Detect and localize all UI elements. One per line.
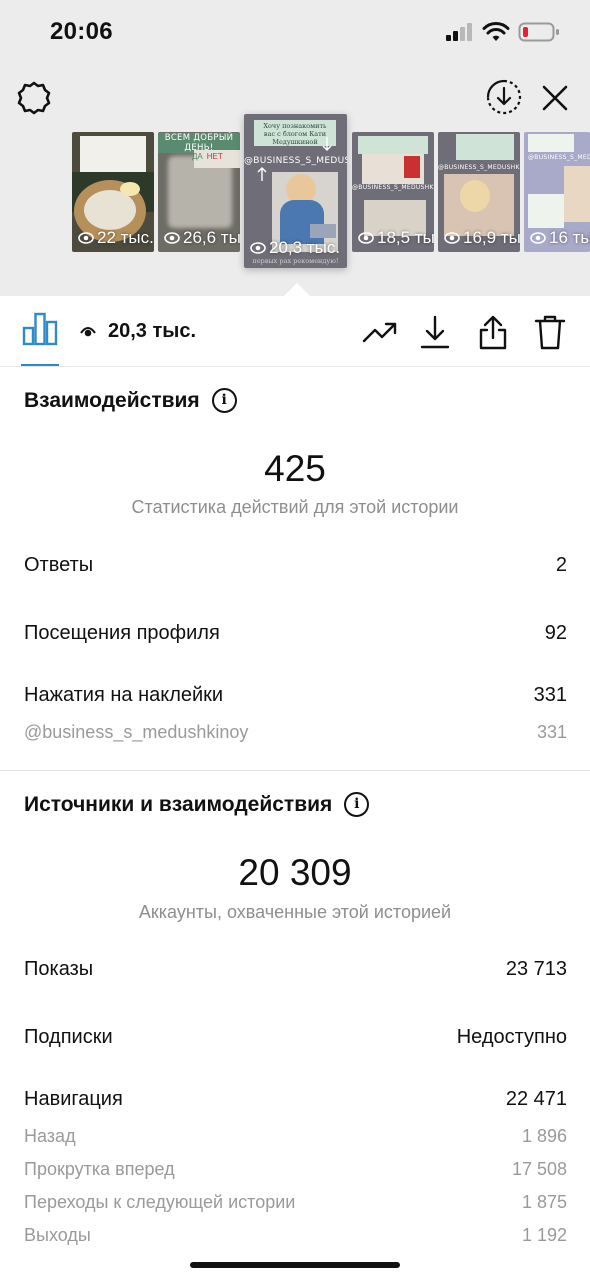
poll-sticker: ДА НЕТ	[192, 152, 223, 161]
stat-row-navigation: Навигация 22 471	[24, 1088, 567, 1111]
share-button[interactable]	[473, 312, 513, 352]
trending-up-icon	[362, 322, 397, 343]
eye-icon	[250, 242, 266, 254]
home-indicator[interactable]	[190, 1262, 400, 1268]
eye-icon	[358, 232, 374, 244]
eye-icon	[444, 232, 460, 244]
discovery-title: Источники и взаимодействия	[24, 792, 333, 816]
story-thumbnail[interactable]: ВСЕМ ДОБРЫЙ ДЕНЬ! ДА НЕТ 26,6 тыс.	[158, 132, 240, 252]
eye-icon	[80, 326, 96, 336]
interactions-caption: Статистика действий для этой истории	[131, 497, 459, 517]
views-total: 20,3 тыс.	[80, 320, 196, 343]
poll-option: НЕТ	[206, 152, 223, 161]
stat-subrow-next-story: Переходы к следующей истории 1 875	[24, 1192, 567, 1213]
stat-label: Показы	[24, 958, 94, 980]
reach-caption: Аккаунты, охваченные этой историей	[138, 902, 452, 922]
eye-icon	[78, 232, 94, 244]
stat-label: Посещения профиля	[24, 622, 220, 644]
trash-icon	[534, 315, 566, 350]
story-thumbnail[interactable]: @BUSINESS_S_MEDUSHKINOY 16,9 тыс.	[438, 132, 520, 252]
info-icon[interactable]: i	[211, 388, 237, 413]
download-icon	[420, 315, 450, 349]
share-icon	[479, 315, 507, 350]
story-views: 26,6 тыс.	[164, 228, 240, 248]
promote-button[interactable]	[360, 312, 400, 352]
stat-subvalue: 331	[536, 722, 567, 742]
stat-sublabel: Назад	[24, 1126, 76, 1146]
delete-button[interactable]	[530, 312, 570, 352]
reach-total: 20 309	[238, 852, 352, 893]
stat-label: Подписки	[24, 1026, 113, 1048]
story-thumbnail[interactable]: 22 тыс.	[72, 132, 154, 252]
stat-value: 92	[544, 622, 567, 644]
story-views: 22 тыс.	[78, 228, 154, 248]
download-button[interactable]	[415, 312, 455, 352]
stat-subrow-exits: Выходы 1 192	[24, 1225, 567, 1246]
stat-subrow-forward: Прокрутка вперед 17 508	[24, 1159, 567, 1180]
stat-label: Нажатия на наклейки	[24, 684, 224, 706]
stat-row-impressions: Показы 23 713	[24, 958, 567, 981]
stat-subrow-back: Назад 1 896	[24, 1126, 567, 1147]
stat-row-follows: Подписки Недоступно	[24, 1026, 567, 1049]
stat-value: 22 471	[505, 1088, 567, 1110]
stat-subvalue: 1 896	[521, 1126, 567, 1146]
story-thumbnails: 22 тыс. ВСЕМ ДОБРЫЙ ДЕНЬ! ДА НЕТ 26,6 ты…	[0, 0, 590, 296]
stat-sublabel: @business_s_medushkinoy	[24, 722, 249, 742]
story-views: 16,9 тыс.	[444, 228, 520, 248]
story-views: 18,5 тыс.	[358, 228, 434, 248]
section-divider	[0, 770, 590, 771]
stat-row-sticker-taps: Нажатия на наклейки 331	[24, 684, 567, 707]
story-thumbnail[interactable]: @BUSINESS_S_MEDUSHKINOY 16 тыс.	[524, 132, 590, 252]
interactions-section-title: Взаимодействия i	[24, 388, 237, 413]
discovery-section-title: Источники и взаимодействия i	[24, 792, 370, 817]
stat-value: 331	[533, 684, 567, 706]
stat-value: 23 713	[505, 958, 567, 980]
stat-subrow-mention: @business_s_medushkinoy 331	[24, 722, 567, 743]
story-views: 16 тыс.	[530, 228, 590, 248]
info-icon[interactable]: i	[344, 792, 370, 817]
thumbnail-mention: @BUSINESS_S_MEDUSHKINOY	[528, 154, 590, 161]
stat-subvalue: 17 508	[511, 1159, 567, 1179]
arrow-down-icon	[322, 137, 332, 151]
selected-story-pointer	[284, 283, 310, 296]
stat-sublabel: Переходы к следующей истории	[24, 1192, 296, 1212]
thumbnail-mention: @BUSINESS_S_MEDUSHKINOY	[438, 164, 520, 171]
stat-sublabel: Прокрутка вперед	[24, 1159, 175, 1179]
bar-chart-icon[interactable]	[22, 310, 58, 346]
arrow-up-icon	[257, 167, 267, 181]
interactions-total: 425	[264, 448, 326, 489]
eye-icon	[530, 232, 546, 244]
stat-label: Навигация	[24, 1088, 123, 1110]
story-thumbnail[interactable]: @BUSINESS_S_MEDUSHKINOY 18,5 тыс.	[352, 132, 434, 252]
stat-value: Недоступно	[456, 1026, 567, 1048]
stat-subvalue: 1 875	[521, 1192, 567, 1212]
thumbnail-text: первых рах рекомендую!	[252, 257, 339, 265]
eye-icon	[164, 232, 180, 244]
story-views: 20,3 тыс.	[250, 238, 340, 258]
insights-toolbar: 20,3 тыс.	[0, 296, 590, 367]
poll-option: ДА	[192, 152, 203, 161]
stat-value: 2	[555, 554, 567, 576]
stat-sublabel: Выходы	[24, 1225, 91, 1245]
active-tab-indicator	[21, 364, 59, 366]
thumbnail-mention: @BUSINESS_S_MEDUSHKINOY	[244, 156, 347, 166]
views-total-value: 20,3 тыс.	[108, 320, 197, 342]
stat-subvalue: 1 192	[521, 1225, 567, 1245]
story-thumbnail-selected[interactable]: Хочу познакомить вас с блогом Кати Медуш…	[244, 114, 347, 268]
stat-row-profile-visits: Посещения профиля 92	[24, 622, 567, 645]
thumbnail-mention: @BUSINESS_S_MEDUSHKINOY	[352, 184, 434, 191]
interactions-title: Взаимодействия	[24, 388, 200, 412]
stat-row-replies: Ответы 2	[24, 554, 567, 577]
stat-label: Ответы	[24, 554, 94, 576]
